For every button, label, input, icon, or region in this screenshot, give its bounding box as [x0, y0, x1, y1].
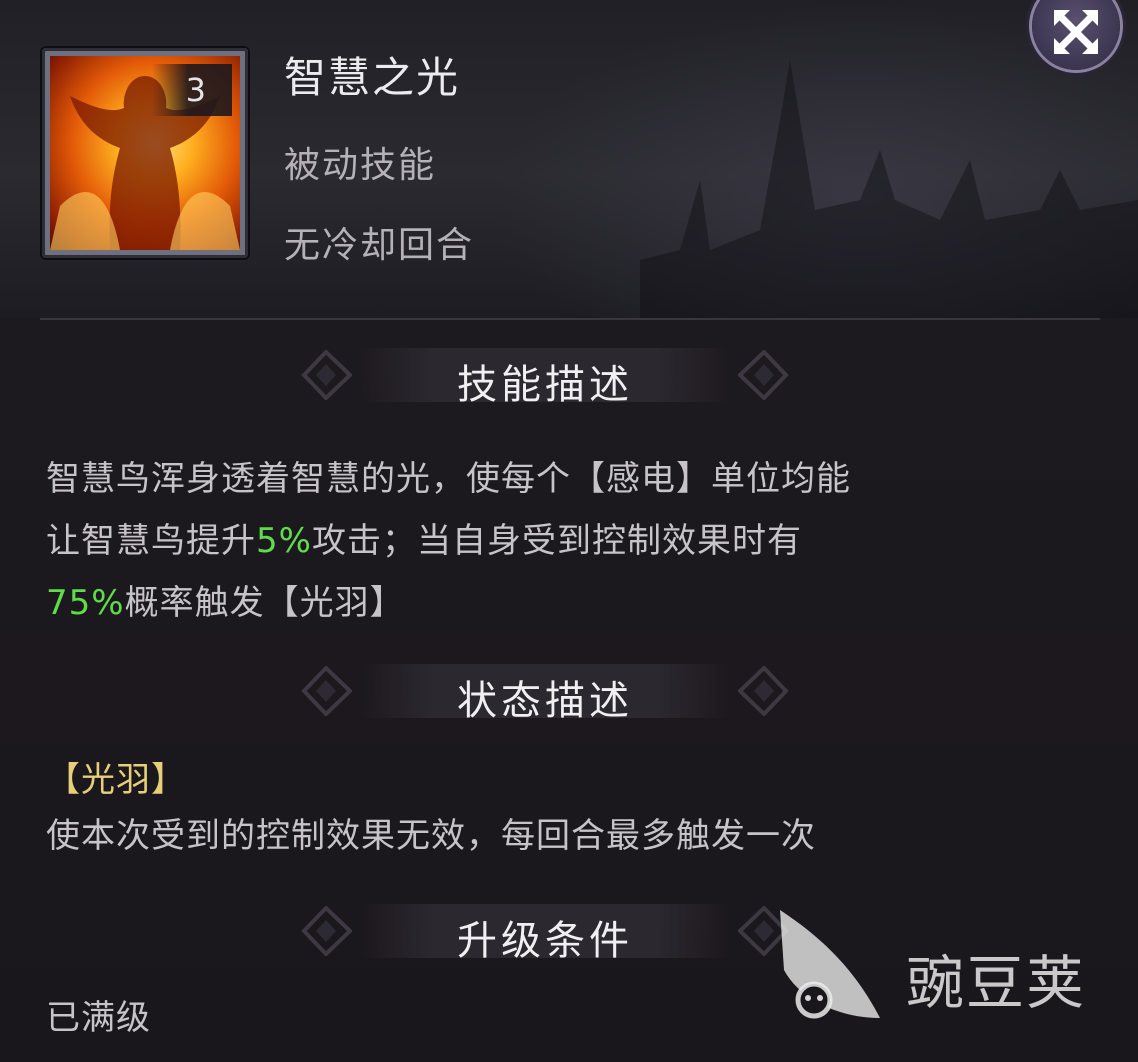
desc-text: 让智慧鸟提升	[46, 521, 256, 561]
section-title: 技能描述	[457, 362, 633, 408]
section-title: 升级条件	[457, 918, 633, 964]
watermark-text: 豌豆荚	[906, 949, 1087, 1017]
skill-level-badge: 3	[152, 64, 232, 116]
skill-phoenix-icon: 3	[50, 56, 240, 250]
close-arrows-icon	[1054, 10, 1098, 54]
upgrade-condition: 已满级	[46, 998, 151, 1038]
watermark: 豌豆荚	[770, 900, 1130, 1030]
status-name: 【光羽】	[46, 760, 186, 800]
close-button[interactable]	[1032, 0, 1120, 70]
castle-silhouette	[640, 60, 1138, 318]
desc-text: 概率触发【光羽】	[124, 583, 405, 623]
skill-cooldown: 无冷却回合	[284, 225, 475, 266]
trigger-chance-value: 75%	[46, 583, 125, 623]
header-divider	[40, 318, 1100, 320]
desc-text: 攻击；当自身受到控制效果时有	[311, 521, 802, 561]
attack-bonus-value: 5%	[256, 521, 312, 561]
pea-pod-logo-icon	[780, 910, 880, 1019]
section-header-upgrade: 升级条件	[300, 896, 790, 966]
skill-type: 被动技能	[284, 145, 437, 186]
section-title: 状态描述	[457, 678, 633, 724]
skill-name: 智慧之光	[284, 53, 461, 102]
section-header-status-desc: 状态描述	[300, 656, 790, 726]
skill-description-line3: 75%概率触发【光羽】	[46, 572, 1046, 634]
skill-description-line1: 智慧鸟浑身透着智慧的光，使每个【感电】单位均能	[46, 459, 851, 499]
status-description: 使本次受到的控制效果无效，每回合最多触发一次	[46, 816, 816, 856]
section-header-skill-desc: 技能描述	[300, 340, 790, 410]
skill-icon-frame: 3	[42, 48, 248, 258]
skill-description-line2: 让智慧鸟提升5%攻击；当自身受到控制效果时有	[46, 510, 1046, 572]
